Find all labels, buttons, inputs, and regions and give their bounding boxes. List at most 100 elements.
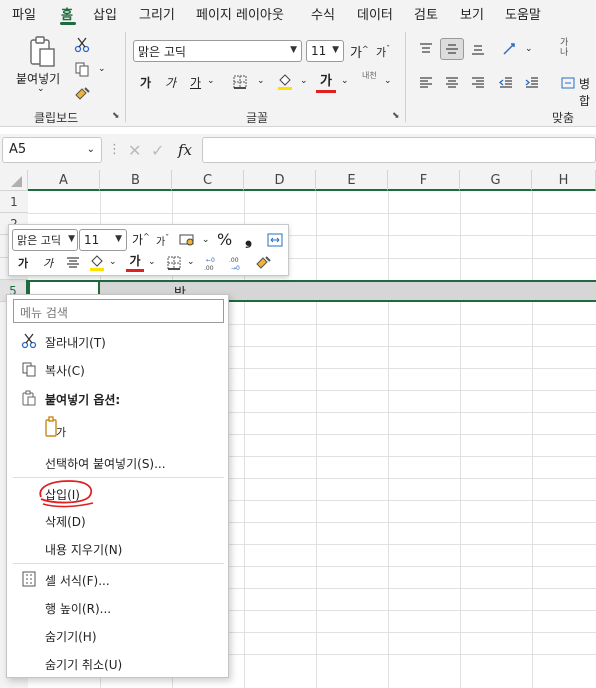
menu-item-unhide[interactable]: 숨기기 취소(U) [45,656,122,673]
menu-item-copy[interactable]: 복사(C) [45,362,85,379]
column-header[interactable]: B [100,170,172,191]
borders-icon[interactable] [162,252,186,274]
increase-font-size-icon[interactable]: 가^ [132,231,150,248]
orientation-icon[interactable] [498,38,522,60]
column-header[interactable]: H [532,170,596,191]
font-name-combo[interactable]: 맑은 고딕 ▼ [133,40,302,62]
paste-dropdown-caret[interactable]: ⌄ [37,84,45,94]
tab-view[interactable]: 보기 [460,4,484,23]
font-color-icon[interactable]: 가 [126,252,144,272]
align-right-icon[interactable] [466,72,490,94]
increase-font-size-icon[interactable]: 가^ [350,42,369,61]
tab-insert[interactable]: 삽입 [93,4,117,23]
tab-home[interactable]: 홈 [61,4,73,23]
align-top-icon[interactable] [414,38,438,60]
phonetic-dropdown-caret[interactable]: ⌄ [384,76,392,86]
merge-label[interactable]: 병합 [579,75,596,109]
decrease-font-size-icon[interactable]: 가ˇ [376,44,390,60]
menu-item-paste-special[interactable]: 선택하여 붙여넣기(S)... [45,455,166,472]
menu-item-row-height[interactable]: 행 높이(R)... [45,600,111,617]
formula-input[interactable] [202,137,596,163]
group-divider [405,32,406,122]
font-color-icon[interactable]: 가 [316,70,336,93]
column-header[interactable]: F [388,170,460,191]
increase-decimal-icon[interactable]: ←0.00 [201,252,225,274]
menu-search-placeholder: 메뉴 검색 [20,306,68,320]
decrease-indent-icon[interactable] [494,72,518,94]
center-align-icon[interactable] [61,252,85,274]
align-middle-icon[interactable] [440,38,464,60]
bold-icon[interactable]: 가 [140,74,151,91]
percent-icon[interactable]: % [217,230,232,249]
borders-dropdown-caret[interactable]: ⌄ [187,257,195,267]
comma-style-icon[interactable]: ❟ [245,228,252,249]
format-painter-icon[interactable] [251,251,275,273]
accounting-dropdown-caret[interactable]: ⌄ [202,235,210,245]
tab-draw[interactable]: 그리기 [139,4,175,23]
merge-center-icon[interactable] [556,72,580,94]
tab-help[interactable]: 도움말 [505,4,541,23]
row-header[interactable]: 1 [0,191,28,213]
decrease-font-size-icon[interactable]: 가ˇ [156,233,169,248]
format-painter-icon[interactable] [70,82,94,104]
paste-option-keep-source-icon[interactable]: 가 [45,416,69,442]
copy-dropdown-caret[interactable]: ⌄ [98,64,106,74]
phonetic-guide-icon[interactable]: 내천 [362,71,377,81]
menu-search-input[interactable]: 메뉴 검색 [13,299,224,323]
name-box[interactable]: A5 ⌄ [2,137,102,163]
menu-item-hide[interactable]: 숨기기(H) [45,628,97,645]
menu-item-cut[interactable]: 잘라내기(T) [45,334,106,351]
underline-dropdown-caret[interactable]: ⌄ [207,76,215,86]
fill-color-icon[interactable] [273,70,297,92]
column-header[interactable]: E [316,170,388,191]
cut-icon[interactable] [70,34,94,56]
paste-icon[interactable] [22,34,62,70]
tab-page-layout[interactable]: 페이지 레이아웃 [196,4,284,23]
column-header[interactable]: A [28,170,100,191]
font-color-dropdown-caret[interactable]: ⌄ [341,76,349,86]
fill-color-dropdown-caret[interactable]: ⌄ [109,257,117,267]
font-color-dropdown-caret[interactable]: ⌄ [148,257,156,267]
fill-color-dropdown-caret[interactable]: ⌄ [300,76,308,86]
column-header[interactable]: D [244,170,316,191]
borders-icon[interactable] [228,71,252,93]
menu-item-delete[interactable]: 삭제(D) [45,513,86,530]
more-options-icon[interactable]: ⋮ [108,142,121,157]
tab-file[interactable]: 파일 [12,4,36,23]
decrease-decimal-icon[interactable]: .00 →0 [226,252,250,274]
tab-review[interactable]: 검토 [414,4,438,23]
group-divider [125,32,126,122]
copy-icon[interactable] [70,58,94,80]
align-bottom-icon[interactable] [466,38,490,60]
merge-center-icon[interactable] [263,229,287,251]
mini-font-size-combo[interactable]: 11 ▼ [79,229,127,251]
tab-formulas[interactable]: 수식 [311,4,335,23]
underline-icon[interactable]: 가 [190,74,201,91]
increase-indent-icon[interactable] [520,72,544,94]
chevron-down-icon[interactable]: ⌄ [87,144,95,155]
insert-function-icon[interactable]: fx [178,141,192,159]
bold-icon[interactable]: 가 [18,255,28,271]
align-center-icon[interactable] [440,72,464,94]
fill-color-icon[interactable] [85,251,109,273]
accounting-format-icon[interactable] [177,229,199,251]
cancel-entry-icon[interactable]: ✕ [128,141,141,160]
italic-icon[interactable]: 가 [165,74,176,91]
orientation-dropdown-caret[interactable]: ⌄ [525,44,533,54]
menu-item-format-cells[interactable]: 셀 서식(F)... [45,572,110,589]
tab-data[interactable]: 데이터 [357,4,393,23]
menu-item-clear-contents[interactable]: 내용 지우기(N) [45,541,122,558]
confirm-entry-icon[interactable]: ✓ [151,141,164,160]
wrap-text-icon[interactable]: 가나 [560,38,574,58]
font-group-label: 글꼴 [246,111,269,125]
align-left-icon[interactable] [414,72,438,94]
font-launcher-icon[interactable]: ⬊ [392,111,400,121]
borders-dropdown-caret[interactable]: ⌄ [257,76,265,86]
italic-icon[interactable]: 가 [43,255,53,271]
mini-font-name-combo[interactable]: 맑은 고딕 ▼ [12,229,78,251]
column-header[interactable]: C [172,170,244,191]
font-size-combo[interactable]: 11 ▼ [306,40,344,62]
select-all-button[interactable] [0,170,28,191]
clipboard-launcher-icon[interactable]: ⬊ [112,111,120,121]
column-header[interactable]: G [460,170,532,191]
